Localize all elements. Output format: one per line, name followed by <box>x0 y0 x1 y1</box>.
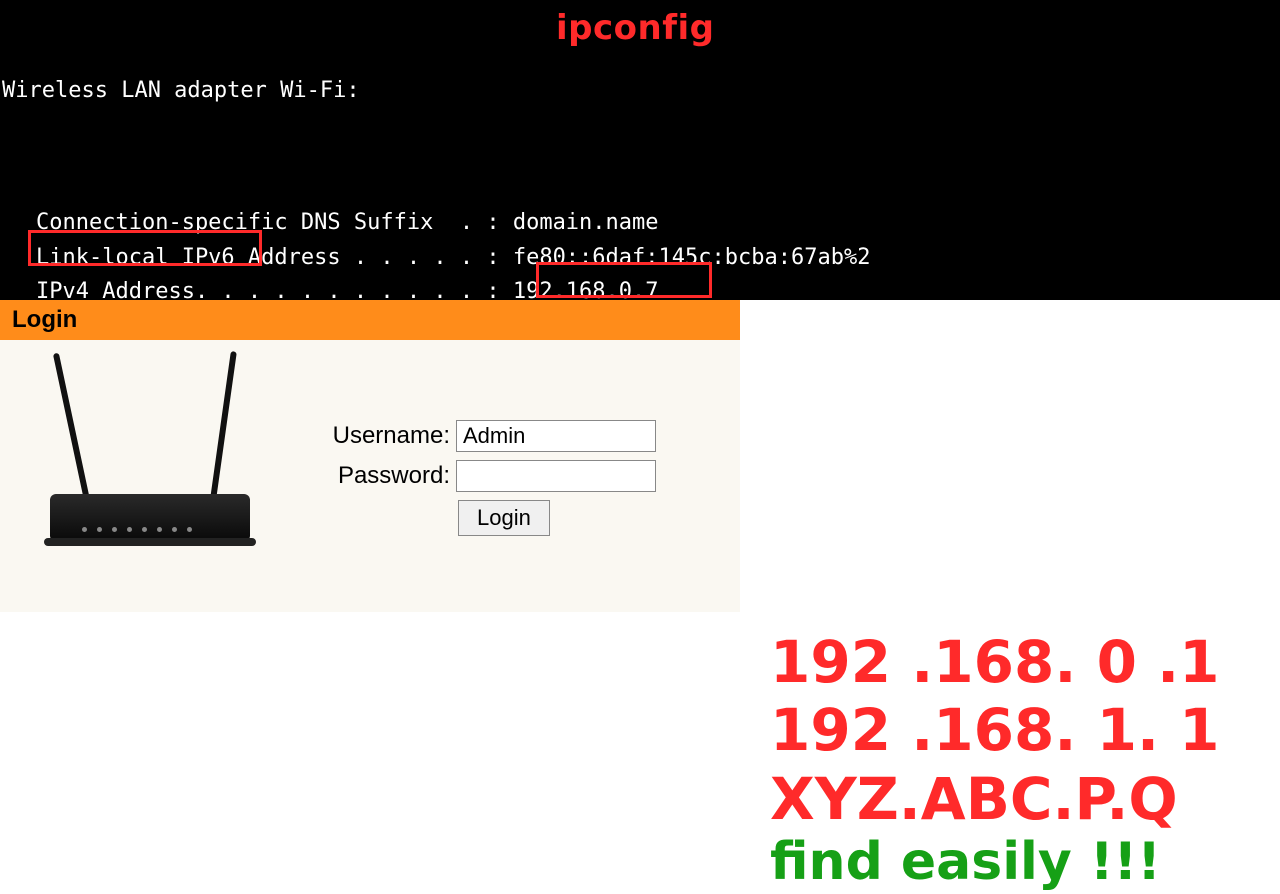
example-ip-3: XYZ.ABC.P.Q <box>770 765 1220 833</box>
router-led-row-icon <box>82 527 192 532</box>
username-label: Username: <box>300 422 450 450</box>
login-header: Login <box>0 300 740 340</box>
terminal-output: Wireless LAN adapter Wi-Fi: Connection-s… <box>0 0 1280 300</box>
login-button[interactable]: Login <box>458 500 550 536</box>
router-body-icon <box>50 494 250 540</box>
find-easily-text: find easily !!! <box>770 831 1220 893</box>
example-ip-2: 192 .168. 1. 1 <box>770 696 1220 764</box>
login-form: Username: Password: Login <box>300 420 656 570</box>
router-login-panel: Login Username: Password: <box>0 300 740 612</box>
dns-suffix-value: domain.name <box>513 210 659 235</box>
example-ip-1: 192 .168. 0 .1 <box>770 628 1220 696</box>
ipv6-value: fe80::6daf:145c:bcba:67ab%2 <box>513 245 871 270</box>
ipv6-label: Link-local IPv6 Address . . . . . : <box>36 245 513 270</box>
ipconfig-annotation: ipconfig <box>556 2 715 55</box>
adapter-title: Wireless LAN adapter Wi-Fi: <box>0 74 1280 108</box>
side-annotation: 192 .168. 0 .1 192 .168. 1. 1 XYZ.ABC.P.… <box>770 628 1220 894</box>
username-input[interactable] <box>456 420 656 452</box>
password-input[interactable] <box>456 460 656 492</box>
router-antenna-icon <box>210 351 237 500</box>
dns-suffix-label: Connection-specific DNS Suffix . : <box>36 210 513 235</box>
password-label: Password: <box>300 462 450 490</box>
router-image <box>20 370 280 570</box>
router-antenna-icon <box>53 353 90 501</box>
